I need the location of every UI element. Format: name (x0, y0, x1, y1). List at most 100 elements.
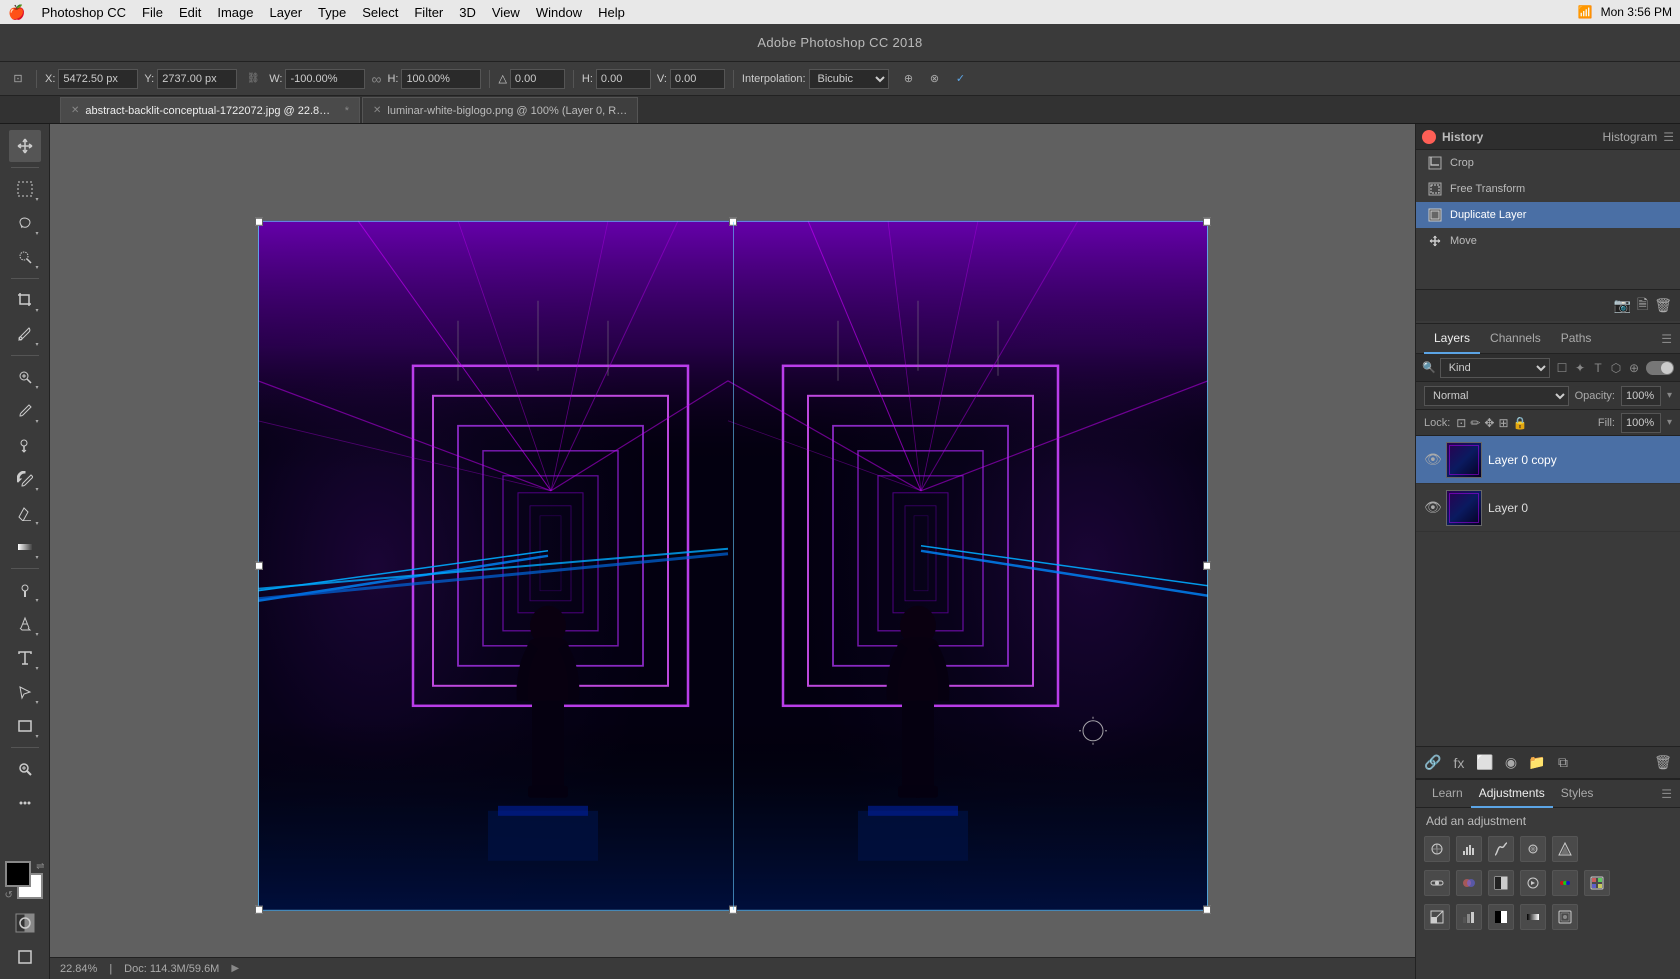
menu-select[interactable]: Select (362, 5, 398, 20)
lock-transparent-button[interactable]: ⊡ (1456, 416, 1466, 430)
lock-image-button[interactable]: ✏ (1470, 416, 1480, 430)
brightness-contrast-button[interactable] (1424, 836, 1450, 862)
channel-mixer-button[interactable] (1552, 870, 1578, 896)
layer-mask-button[interactable]: ⬜ (1474, 754, 1496, 771)
vibrance-button[interactable] (1552, 836, 1578, 862)
filter-pixel-icon[interactable]: ☐ (1554, 361, 1570, 375)
selective-color-button[interactable] (1552, 904, 1578, 930)
healing-brush-tool[interactable]: ▾ (9, 361, 41, 393)
history-item-crop[interactable]: Crop (1416, 150, 1680, 176)
tab-1[interactable]: ✕ abstract-backlit-conceptual-1722072.jp… (60, 97, 360, 123)
learn-tab[interactable]: Learn (1424, 780, 1471, 808)
link-layers-button[interactable]: 🔗 (1422, 754, 1444, 771)
lock-position-button[interactable]: ✥ (1484, 416, 1494, 430)
channels-tab[interactable]: Channels (1480, 324, 1551, 354)
canvas-area[interactable]: 22.84% | Doc: 114.3M/59.6M ▶ (50, 124, 1415, 979)
w-input[interactable] (285, 69, 365, 89)
menu-edit[interactable]: Edit (179, 5, 201, 20)
color-lookup-button[interactable] (1584, 870, 1610, 896)
panel-close-button[interactable]: × (1422, 130, 1436, 144)
layer-group-button[interactable]: 📁 (1526, 754, 1548, 771)
filter-adjustment-icon[interactable]: ✦ (1572, 361, 1588, 375)
zoom-tool[interactable] (9, 753, 41, 785)
delete-layer-button[interactable]: 🗑 (1652, 754, 1674, 771)
filter-type-icon[interactable]: T (1590, 361, 1606, 375)
link-wh-icon[interactable]: ∞ (371, 71, 381, 87)
transform-mode-icon[interactable]: ⊡ (8, 69, 28, 89)
new-layer-button[interactable]: ⧉ (1552, 754, 1574, 771)
lasso-tool[interactable]: ▾ (9, 207, 41, 239)
blend-mode-select[interactable]: Normal Dissolve Multiply Screen Overlay (1424, 386, 1569, 406)
menu-filter[interactable]: Filter (414, 5, 443, 20)
clone-stamp-tool[interactable] (9, 429, 41, 461)
gradient-tool[interactable]: ▾ (9, 531, 41, 563)
dodge-tool[interactable]: ▾ (9, 574, 41, 606)
tab-2[interactable]: ✕ luminar-white-biglogo.png @ 100% (Laye… (362, 97, 638, 123)
posterize-button[interactable] (1456, 904, 1482, 930)
layers-filter-toggle[interactable] (1646, 361, 1674, 375)
black-white-button[interactable] (1488, 870, 1514, 896)
history-item-move[interactable]: Move (1416, 228, 1680, 254)
adjustments-menu-icon[interactable]: ☰ (1661, 787, 1672, 801)
y-input[interactable] (157, 69, 237, 89)
cancel-transform-icon[interactable]: ⊗ (925, 69, 945, 89)
delete-state-button[interactable]: 🗑 (1654, 297, 1672, 314)
menu-type[interactable]: Type (318, 5, 346, 20)
fill-dropdown-icon[interactable]: ▾ (1667, 417, 1672, 428)
history-item-free-transform[interactable]: Free Transform (1416, 176, 1680, 202)
link-xy-icon[interactable]: ⛓ (243, 69, 263, 89)
eyedropper-tool[interactable]: ▾ (9, 318, 41, 350)
invert-button[interactable] (1424, 904, 1450, 930)
screen-mode-tool[interactable] (9, 941, 41, 973)
layer-copy-visibility-icon[interactable]: 👁 (1424, 451, 1440, 468)
tab-2-close[interactable]: ✕ (373, 105, 381, 116)
layer-styles-button[interactable]: fx (1448, 755, 1470, 771)
h-input[interactable] (401, 69, 481, 89)
lock-artboard-button[interactable]: ⊞ (1498, 416, 1508, 430)
history-panel-menu-icon[interactable]: ☰ (1663, 130, 1674, 144)
rectangular-marquee-tool[interactable]: ▾ (9, 173, 41, 205)
hue-saturation-button[interactable] (1424, 870, 1450, 896)
warp-icon[interactable]: ⊕ (899, 69, 919, 89)
layer-item-base[interactable]: 👁 Layer 0 (1416, 484, 1680, 532)
fill-input[interactable] (1621, 413, 1661, 433)
status-arrow-icon[interactable]: ▶ (231, 963, 239, 974)
extras-tool[interactable] (9, 787, 41, 819)
reset-colors-icon[interactable]: ↺ (5, 890, 13, 901)
new-snapshot-button[interactable]: 📷 (1614, 297, 1631, 314)
menu-help[interactable]: Help (598, 5, 625, 20)
menu-photoshop[interactable]: Photoshop CC (41, 5, 126, 20)
exposure-button[interactable] (1520, 836, 1546, 862)
styles-tab[interactable]: Styles (1553, 780, 1602, 808)
menu-window[interactable]: Window (536, 5, 582, 20)
layers-filter-type-select[interactable]: Kind (1440, 358, 1550, 378)
opacity-dropdown-icon[interactable]: ▾ (1667, 390, 1672, 401)
crop-tool[interactable]: ▾ (9, 284, 41, 316)
interpolation-select[interactable]: Bicubic Bilinear Nearest Neighbor (809, 69, 889, 89)
menu-view[interactable]: View (492, 5, 520, 20)
apple-logo-icon[interactable]: 🍎 (8, 4, 25, 21)
h2-input[interactable] (596, 69, 651, 89)
opacity-input[interactable] (1621, 386, 1661, 406)
curves-button[interactable] (1488, 836, 1514, 862)
layers-tab[interactable]: Layers (1424, 324, 1480, 354)
color-balance-button[interactable] (1456, 870, 1482, 896)
menu-file[interactable]: File (142, 5, 163, 20)
rectangle-tool[interactable]: ▾ (9, 710, 41, 742)
adjustments-tab[interactable]: Adjustments (1471, 780, 1553, 808)
swap-colors-icon[interactable]: ⇌ (36, 861, 44, 872)
menu-image[interactable]: Image (217, 5, 253, 20)
pen-tool[interactable]: ▾ (9, 608, 41, 640)
quick-select-tool[interactable]: ▾ (9, 241, 41, 273)
layer-item-copy[interactable]: 👁 Layer 0 copy (1416, 436, 1680, 484)
levels-button[interactable] (1456, 836, 1482, 862)
layer-base-visibility-icon[interactable]: 👁 (1424, 499, 1440, 516)
gradient-map-button[interactable] (1520, 904, 1546, 930)
threshold-button[interactable] (1488, 904, 1514, 930)
filter-shape-icon[interactable]: ⬡ (1608, 361, 1624, 375)
angle-input[interactable] (510, 69, 565, 89)
type-tool[interactable]: ▾ (9, 642, 41, 674)
tab-1-close[interactable]: ✕ (71, 105, 79, 116)
menu-3d[interactable]: 3D (459, 5, 476, 20)
adjustment-layer-button[interactable]: ◉ (1500, 754, 1522, 771)
